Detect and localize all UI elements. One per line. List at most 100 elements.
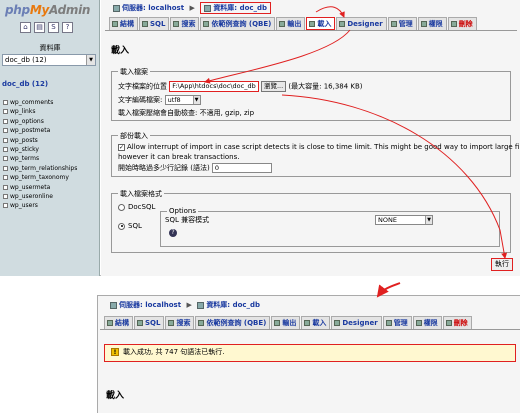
success-message: ! 載入成功, 共 747 句語法已執行.	[104, 344, 516, 362]
table-name: wp_users	[10, 202, 38, 210]
database-heading[interactable]: doc_db (12)	[2, 80, 48, 88]
charset-select[interactable]: utf8 ▼	[164, 95, 201, 105]
execute-button[interactable]: 執行	[491, 258, 513, 271]
table-list-item[interactable]: wp_term_taxonomy	[3, 173, 77, 182]
tab-label: 搜索	[181, 20, 196, 28]
tab-0[interactable]: 結構	[104, 316, 133, 329]
tab-9[interactable]: 刪除	[447, 17, 477, 30]
tab-6[interactable]: Designer	[331, 316, 382, 329]
top-screenshot: phpMyAdmin ⌂ ▤ S ? 資料庫 doc_db (12) ▼ doc…	[0, 0, 520, 276]
sql-compat-select[interactable]: NONE ▼	[375, 215, 433, 225]
query-icon[interactable]: ▤	[34, 22, 45, 33]
options-fieldset: Options SQL 兼容模式 NONE ▼ ?	[160, 207, 500, 247]
chevron-down-icon: ▼	[192, 96, 200, 104]
skip-label: 開始時略過多少行記錄 (語法)	[118, 164, 210, 172]
file-path-input[interactable]: F:\App\htdocs\doc\doc_db	[169, 81, 259, 92]
breadcrumb-database-link[interactable]: doc_db	[233, 301, 261, 309]
tab-underline	[100, 329, 520, 330]
partial-import-legend: 部份載入	[118, 131, 150, 141]
sql-label: SQL	[128, 222, 142, 230]
table-name: wp_sticky	[10, 145, 39, 153]
tab-6[interactable]: Designer	[336, 17, 387, 30]
tab-label: 搜索	[176, 319, 191, 327]
table-icon	[3, 193, 8, 199]
tab-8[interactable]: 權限	[412, 316, 442, 329]
tab-3[interactable]: 依範例查詢 (QBE)	[200, 17, 276, 30]
skip-queries-input[interactable]: 0	[211, 163, 272, 173]
format-sql-row[interactable]: SQL	[118, 222, 142, 230]
breadcrumb-database-box[interactable]: 資料庫: doc_db	[200, 2, 272, 14]
success-text: 載入成功, 共 747 句語法已執行.	[123, 348, 225, 356]
tab-2[interactable]: 搜索	[165, 316, 195, 329]
format-docsql-row[interactable]: DocSQL	[118, 203, 155, 211]
tab-label: 刪除	[458, 20, 473, 28]
table-icon	[3, 146, 8, 152]
tab-3[interactable]: 依範例查詢 (QBE)	[195, 316, 271, 329]
table-list-item[interactable]: wp_terms	[3, 154, 77, 163]
server-prefix: 伺服器:	[122, 4, 146, 12]
tab-4[interactable]: 輸出	[276, 17, 306, 30]
tab-icon	[168, 320, 175, 326]
table-icon	[3, 156, 8, 162]
database-select[interactable]: doc_db (12) ▼	[2, 54, 96, 66]
format-legend: 載入檔案格式	[118, 189, 164, 199]
table-list-item[interactable]: wp_options	[3, 117, 77, 126]
tab-0[interactable]: 結構	[109, 17, 138, 30]
table-list-item[interactable]: wp_usermeta	[3, 183, 77, 192]
sql-compat-value: NONE	[378, 216, 397, 224]
tab-9[interactable]: 刪除	[442, 316, 472, 329]
home-icon[interactable]: ⌂	[20, 22, 31, 33]
format-fieldset: 載入檔案格式 DocSQL SQL Options SQL 兼容模式 NONE ▼…	[111, 189, 511, 253]
docs-icon[interactable]: ?	[62, 22, 73, 33]
help-icon[interactable]: ?	[169, 229, 177, 237]
tab-label: 結構	[115, 319, 129, 327]
partial-import-fieldset: 部份載入 ✓ Allow interrupt of import in case …	[111, 131, 520, 177]
table-list-item[interactable]: wp_useronline	[3, 192, 77, 201]
sql-icon[interactable]: S	[48, 22, 59, 33]
allow-interrupt-checkbox[interactable]: ✓	[118, 143, 125, 151]
breadcrumb-server-link[interactable]: localhost	[145, 301, 181, 309]
table-list-item[interactable]: wp_term_relationships	[3, 164, 77, 173]
table-list-item[interactable]: wp_posts	[3, 136, 77, 145]
tab-icon	[385, 320, 392, 326]
tab-label: Designer	[342, 319, 378, 327]
tab-1[interactable]: SQL	[134, 316, 165, 329]
interrupt-row: ✓ Allow interrupt of import in case scrip…	[118, 143, 520, 151]
browse-button[interactable]: 瀏覽...	[260, 81, 287, 92]
tab-bar: 結構 SQL 搜索 依範例查詢 (QBE) 輸出 載入 Designer 管理 權限 刪除	[104, 316, 473, 329]
table-list-item[interactable]: wp_postmeta	[3, 126, 77, 135]
table-name: wp_term_relationships	[10, 164, 78, 172]
tab-label: 依範例查詢 (QBE)	[206, 319, 267, 327]
table-list-item[interactable]: wp_comments	[3, 98, 77, 107]
tab-1[interactable]: SQL	[139, 17, 170, 30]
docsql-radio[interactable]	[118, 203, 125, 211]
tab-5[interactable]: 載入	[306, 17, 336, 30]
tab-5[interactable]: 載入	[301, 316, 331, 329]
tab-icon	[450, 21, 457, 27]
file-label: 文字檔案的位置	[118, 82, 167, 91]
tab-4[interactable]: 輸出	[271, 316, 301, 329]
tab-bar: 結構 SQL 搜索 依範例查詢 (QBE) 輸出 載入 Designer 管理 權限 刪除	[109, 17, 478, 30]
tab-label: 管理	[398, 20, 413, 28]
tab-icon	[203, 21, 210, 27]
table-list-item[interactable]: wp_sticky	[3, 145, 77, 154]
tab-7[interactable]: 管理	[387, 17, 417, 30]
file-row: 文字檔案的位置 F:\App\htdocs\doc\doc_db 瀏覽... (…	[118, 81, 363, 92]
table-name: wp_usermeta	[10, 183, 51, 191]
phpmyadmin-logo[interactable]: phpMyAdmin	[5, 3, 90, 17]
tab-label: Designer	[347, 20, 383, 28]
table-list-item[interactable]: wp_links	[3, 107, 77, 116]
database-icon	[197, 301, 205, 309]
tab-label: 載入	[312, 319, 327, 327]
chevron-down-icon: ▼	[86, 55, 95, 65]
breadcrumb-server-link[interactable]: localhost	[148, 4, 184, 12]
table-name: wp_postmeta	[10, 127, 51, 135]
tab-8[interactable]: 權限	[417, 17, 447, 30]
tab-2[interactable]: 搜索	[170, 17, 200, 30]
file-import-legend: 載入檔案	[118, 67, 150, 77]
sql-radio[interactable]	[118, 222, 125, 230]
tab-7[interactable]: 管理	[382, 316, 412, 329]
table-name: wp_comments	[10, 99, 54, 106]
table-list-item[interactable]: wp_users	[3, 201, 77, 210]
tab-icon	[420, 21, 427, 27]
